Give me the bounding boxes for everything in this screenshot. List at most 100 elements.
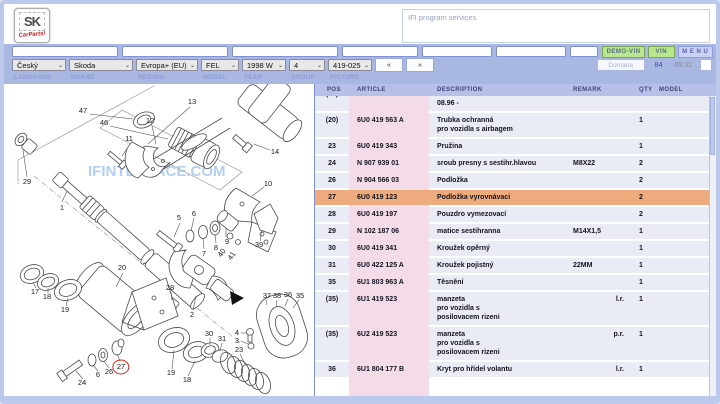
table-row[interactable]: 29 N 102 187 06 matice sestihranna M14X1… <box>315 224 716 239</box>
part-callout-47[interactable]: 47 <box>79 107 87 115</box>
part-callout-17[interactable]: 17 <box>31 288 39 296</box>
part-callout-23[interactable]: 23 <box>235 346 243 354</box>
table-row[interactable]: (35) 6U2 419 523 manzetapro vozidla spos… <box>315 327 716 360</box>
part-callout-12[interactable]: 12 <box>146 117 154 125</box>
part-callout-19[interactable]: 19 <box>61 306 69 314</box>
row-description: matice sestihranna <box>429 224 561 239</box>
part-callout-46[interactable]: 46 <box>100 119 108 127</box>
pointer-arrow-icon <box>230 291 244 305</box>
select-region[interactable]: Evropa+ (EU)⌄ <box>136 59 198 71</box>
part-callout-28[interactable]: 28 <box>166 284 174 292</box>
row-model <box>655 275 716 290</box>
status-count: 84 <box>655 62 663 69</box>
prev-page-button[interactable]: « <box>375 58 403 72</box>
select-group[interactable]: 4⌄ <box>289 59 325 71</box>
row-model <box>655 292 716 325</box>
part-callout-18[interactable]: 18 <box>183 376 191 384</box>
chevron-down-icon: ⌄ <box>190 62 195 69</box>
part-callout-3[interactable]: 3 <box>235 337 239 345</box>
part-callout-7[interactable]: 7 <box>202 250 206 258</box>
demo-vin-button[interactable]: DEMO-VIN <box>602 46 645 58</box>
row-article: 6U2 419 523 <box>349 327 429 360</box>
select-brand[interactable]: Skoda⌄ <box>69 59 133 71</box>
status-checkbox[interactable] <box>700 59 712 71</box>
part-callout-37[interactable]: 37 <box>263 292 271 300</box>
row-remark <box>561 207 629 222</box>
table-row[interactable]: (20) 6U0 419 563 H Trubka ochranná08.96 … <box>315 96 716 111</box>
row-pos: 29 <box>315 224 349 239</box>
row-qty: 1 <box>629 292 655 325</box>
part-callout-39[interactable]: 39 <box>255 241 263 249</box>
part-callout-13[interactable]: 13 <box>188 98 196 106</box>
part-callout-36[interactable]: 36 <box>284 291 292 299</box>
select-brand-value: Skoda <box>74 61 95 70</box>
row-pos: 28 <box>315 207 349 222</box>
part-callout-31[interactable]: 31 <box>218 335 226 343</box>
part-callout-11[interactable]: 11 <box>125 135 133 143</box>
table-row[interactable]: 26 N 904 566 03 Podložka 2 <box>315 173 716 188</box>
part-callout-38[interactable]: 38 <box>273 292 281 300</box>
table-row[interactable]: 36 6U1 804 177 B Kryt pro hřídel volantu… <box>315 362 716 377</box>
row-model <box>655 258 716 273</box>
filter-input-picture[interactable] <box>570 46 598 57</box>
status-time: 09:32 <box>674 62 692 69</box>
part-callout-14[interactable]: 14 <box>271 148 279 156</box>
select-language[interactable]: Český⌄ <box>12 59 66 71</box>
filter-input-year[interactable] <box>422 46 492 57</box>
part-callout-19[interactable]: 19 <box>167 369 175 377</box>
select-year[interactable]: 1998 W⌄ <box>242 59 286 71</box>
filter-input-brand[interactable] <box>122 46 228 57</box>
part-callout-5[interactable]: 5 <box>177 214 181 222</box>
row-remark: p.r. <box>561 327 629 360</box>
select-picture-value: 419-025 <box>333 61 361 70</box>
row-article: N 907 939 01 <box>349 156 429 171</box>
select-group-value: 4 <box>294 61 298 70</box>
row-qty: 2 <box>629 96 655 111</box>
select-region-value: Evropa+ (EU) <box>141 61 187 70</box>
filter-inputs <box>12 46 602 57</box>
table-row[interactable]: 23 6U0 419 343 Pružina 1 <box>315 139 716 154</box>
part-callout-10[interactable]: 10 <box>264 180 272 188</box>
part-callout-9[interactable]: 9 <box>225 238 229 246</box>
part-callout-24[interactable]: 24 <box>78 379 86 387</box>
table-row[interactable]: (35) 6U1 419 523 manzetapro vozidla spos… <box>315 292 716 325</box>
status-field[interactable]: Domana <box>597 59 645 71</box>
table-row[interactable]: 24 N 907 939 01 sroub presny s sestihr.h… <box>315 156 716 171</box>
row-model <box>655 113 716 137</box>
part-callout-6[interactable]: 6 <box>96 371 100 379</box>
part-callout-29[interactable]: 29 <box>23 178 31 186</box>
next-page-button[interactable]: » <box>406 58 434 72</box>
part-callout-27[interactable]: 27 <box>117 363 125 371</box>
menu-button[interactable]: M E N U <box>678 46 714 58</box>
row-qty: 1 <box>629 139 655 154</box>
table-scrollbar[interactable] <box>709 96 716 396</box>
table-row[interactable]: 31 6U0 422 125 A Kroužek pojistný 22MM 1 <box>315 258 716 273</box>
part-callout-20[interactable]: 20 <box>118 264 126 272</box>
table-row[interactable]: 27 6U0 419 123 Podložka vyrovnávaci 2 <box>315 190 716 205</box>
filter-input-region[interactable] <box>232 46 338 57</box>
brand-logo[interactable]: SK CarParts! <box>14 8 50 43</box>
select-model[interactable]: FEL⌄ <box>201 59 239 71</box>
part-callout-30[interactable]: 30 <box>205 330 213 338</box>
part-callout-35[interactable]: 35 <box>296 292 304 300</box>
part-callout-1[interactable]: 1 <box>60 204 64 212</box>
row-description: Kroužek pojistný <box>429 258 561 273</box>
table-row[interactable]: (20) 6U0 419 563 A Trubka ochrannápro vo… <box>315 113 716 137</box>
table-row[interactable]: 28 6U0 419 197 Pouzdro vymezovací 2 <box>315 207 716 222</box>
select-picture[interactable]: 419-025⌄ <box>328 59 372 71</box>
vin-button[interactable]: VIN <box>648 46 674 58</box>
row-model <box>655 207 716 222</box>
filter-input-group[interactable] <box>496 46 566 57</box>
scrollbar-thumb[interactable] <box>710 97 715 155</box>
main-content: IFINTERFACE.COM <box>4 84 716 396</box>
row-description: manzetapro vozidla sposilovacem rizeni <box>429 327 561 360</box>
row-model <box>655 224 716 239</box>
part-callout-6[interactable]: 6 <box>192 210 196 218</box>
filter-input-language[interactable] <box>12 46 118 57</box>
filter-input-model[interactable] <box>342 46 418 57</box>
table-row[interactable]: 35 6U1 803 963 A Těsnění 1 <box>315 275 716 290</box>
table-row[interactable]: 30 6U0 419 341 Kroužek opěrný 1 <box>315 241 716 256</box>
row-remark <box>561 190 629 205</box>
part-callout-18[interactable]: 18 <box>43 293 51 301</box>
part-callout-2[interactable]: 2 <box>190 311 194 319</box>
